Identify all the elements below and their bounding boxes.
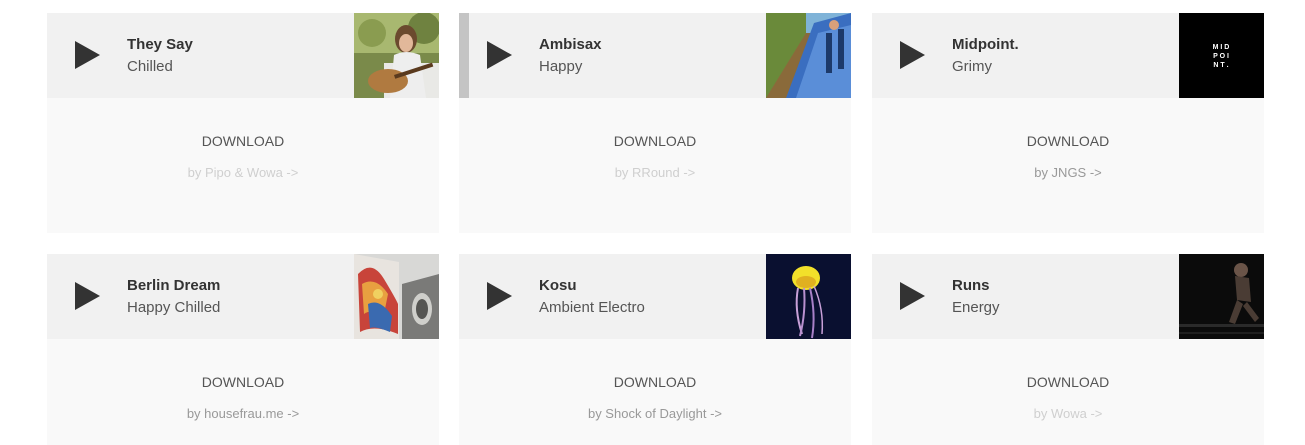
- download-link[interactable]: DOWNLOAD: [872, 339, 1264, 390]
- track-title: Midpoint.: [952, 36, 1019, 53]
- track-thumbnail: M I D P O I N T .: [1179, 13, 1264, 98]
- download-link[interactable]: DOWNLOAD: [459, 98, 851, 149]
- track-genre: Chilled: [127, 58, 173, 75]
- play-icon[interactable]: [75, 41, 100, 69]
- track-title: Berlin Dream: [127, 277, 221, 294]
- track-body: DOWNLOAD by RRound ->: [459, 98, 851, 233]
- download-link[interactable]: DOWNLOAD: [872, 98, 1264, 149]
- track-title: Runs: [952, 277, 990, 294]
- track-body: DOWNLOAD by housefrau.me ->: [47, 339, 439, 445]
- track-title: They Say: [127, 36, 193, 53]
- author-link[interactable]: by housefrau.me ->: [47, 406, 439, 421]
- midpoint-logo-line: M I D: [1213, 44, 1230, 51]
- track-thumbnail: [766, 13, 851, 98]
- track-header: Ambisax Happy: [459, 13, 851, 98]
- track-info: Midpoint. Grimy: [952, 36, 1019, 77]
- track-card-kosu: Kosu Ambient Electro DOWNLOAD by Shock o…: [459, 254, 851, 445]
- track-info: They Say Chilled: [127, 36, 193, 77]
- author-link[interactable]: by RRound ->: [459, 165, 851, 180]
- track-genre: Happy Chilled: [127, 299, 221, 316]
- track-card-runs: Runs Energy DOWNLOAD by Wowa ->: [872, 254, 1264, 445]
- author-link[interactable]: by JNGS ->: [872, 165, 1264, 180]
- track-genre: Happy: [539, 58, 583, 75]
- play-icon[interactable]: [487, 41, 512, 69]
- author-link[interactable]: by Pipo & Wowa ->: [47, 165, 439, 180]
- track-card-berlin-dream: Berlin Dream Happy Chilled DOWNLOAD by h…: [47, 254, 439, 445]
- track-title: Kosu: [539, 277, 577, 294]
- track-header: They Say Chilled: [47, 13, 439, 98]
- track-genre: Ambient Electro: [539, 299, 645, 316]
- track-body: DOWNLOAD by Shock of Daylight ->: [459, 339, 851, 445]
- midpoint-logo-line: N T .: [1213, 62, 1228, 69]
- track-header: Runs Energy: [872, 254, 1264, 339]
- track-card-they-say: They Say Chilled DOWNLOAD by Pipo & Wowa…: [47, 13, 439, 233]
- track-header: Berlin Dream Happy Chilled: [47, 254, 439, 339]
- download-link[interactable]: DOWNLOAD: [47, 339, 439, 390]
- download-link[interactable]: DOWNLOAD: [47, 98, 439, 149]
- track-thumbnail: [354, 13, 439, 98]
- play-icon[interactable]: [75, 282, 100, 310]
- track-info: Berlin Dream Happy Chilled: [127, 277, 220, 318]
- track-genre: Energy: [952, 299, 1000, 316]
- track-info: Ambisax Happy: [539, 36, 602, 77]
- author-link[interactable]: by Shock of Daylight ->: [459, 406, 851, 421]
- play-icon[interactable]: [487, 282, 512, 310]
- track-body: DOWNLOAD by Wowa ->: [872, 339, 1264, 445]
- track-genre: Grimy: [952, 58, 992, 75]
- play-icon[interactable]: [900, 41, 925, 69]
- download-link[interactable]: DOWNLOAD: [459, 339, 851, 390]
- track-info: Kosu Ambient Electro: [539, 277, 645, 318]
- track-header: Midpoint. Grimy M I D P O I N T .: [872, 13, 1264, 98]
- active-indicator: [459, 13, 469, 98]
- track-header: Kosu Ambient Electro: [459, 254, 851, 339]
- track-title: Ambisax: [539, 36, 602, 53]
- track-thumbnail: [1179, 254, 1264, 339]
- author-link[interactable]: by Wowa ->: [872, 406, 1264, 421]
- track-thumbnail: [766, 254, 851, 339]
- track-info: Runs Energy: [952, 277, 1000, 318]
- midpoint-logo-line: P O I: [1213, 53, 1229, 60]
- track-body: DOWNLOAD by JNGS ->: [872, 98, 1264, 233]
- track-body: DOWNLOAD by Pipo & Wowa ->: [47, 98, 439, 233]
- track-card-ambisax: Ambisax Happy DOWNLOAD by RRound ->: [459, 13, 851, 233]
- track-card-midpoint: Midpoint. Grimy M I D P O I N T . DOWNLO…: [872, 13, 1264, 233]
- play-icon[interactable]: [900, 282, 925, 310]
- track-thumbnail: [354, 254, 439, 339]
